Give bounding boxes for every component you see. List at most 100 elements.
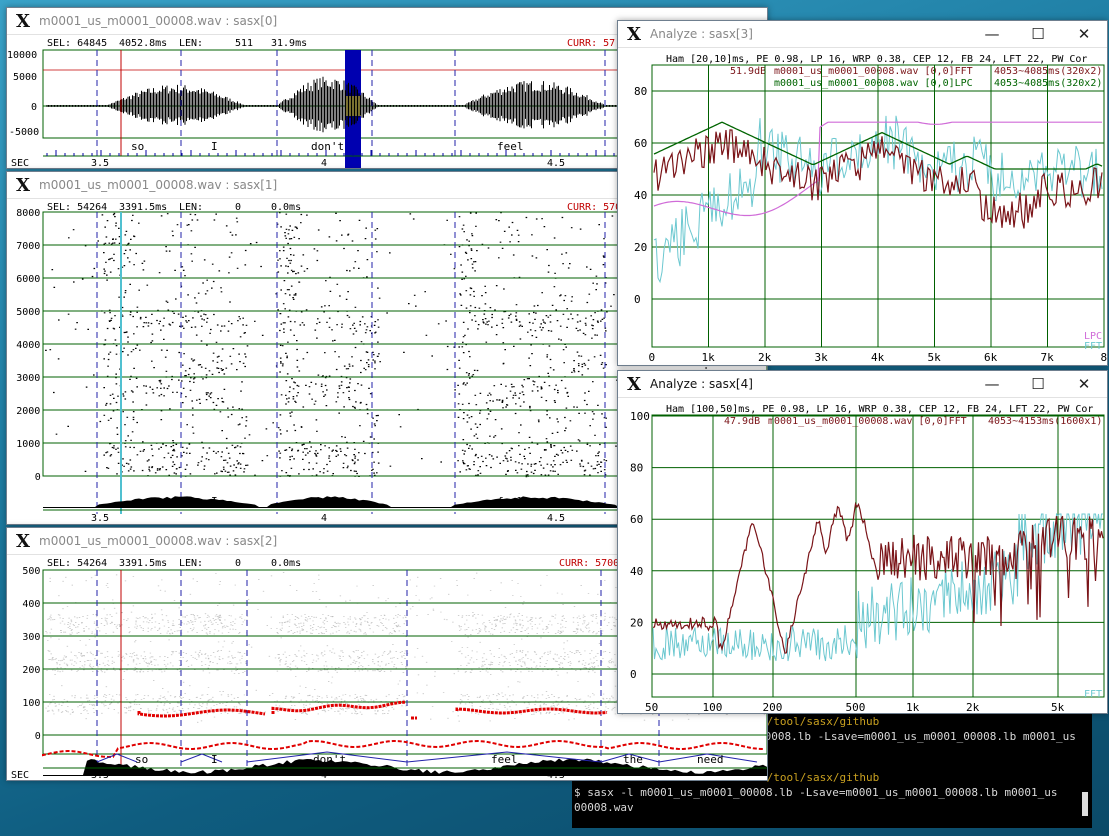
legend-fft: FFT — [1084, 689, 1102, 700]
ytick: 5000 — [13, 72, 37, 83]
xtick: 100 — [703, 701, 723, 713]
ytick: 100 — [630, 410, 650, 423]
ytick: 300 — [22, 632, 40, 643]
terminal-command: $ sasx -l m0001_us_m0001_00008.lb -Lsave… — [574, 786, 1058, 799]
xtick: 1k — [702, 351, 716, 364]
analyze3-plot[interactable]: Ham [20,10]ms, PE 0.98, LP 16, WRP 0.38,… — [618, 47, 1107, 365]
close-button[interactable]: ✕ — [1061, 25, 1107, 43]
word-label[interactable]: feel — [491, 753, 518, 766]
xtick: 4 — [321, 513, 327, 524]
xtick: 200 — [763, 701, 783, 713]
word-label[interactable]: don't — [311, 140, 344, 153]
len-ms: 31.9ms — [271, 38, 307, 49]
fft-range: 4053~4085ms(320x2) — [994, 66, 1102, 77]
word-label[interactable]: so — [135, 495, 148, 508]
x-axis-unit: SEC — [11, 770, 29, 780]
ytick: 0 — [630, 668, 637, 681]
xtick: 3.5 — [91, 513, 109, 524]
analyze4-titlebar[interactable]: X Analyze : sasx[4] — ☐ ✕ — [618, 371, 1107, 398]
analysis-params: Ham [100,50]ms, PE 0.98, LP 16, WRP 0.38… — [666, 404, 1093, 415]
window-title: m0001_us_m0001_00008.wav : sasx[1] — [39, 178, 278, 192]
ytick: 8000 — [16, 208, 40, 219]
word-label[interactable]: I — [211, 140, 218, 153]
ytick: 500 — [22, 566, 40, 577]
ytick: 200 — [22, 665, 40, 676]
analyze-window-3[interactable]: X Analyze : sasx[3] — ☐ ✕ Ham [20,10]ms,… — [617, 20, 1108, 366]
word-label[interactable]: so — [131, 140, 144, 153]
word-label[interactable]: need — [697, 753, 724, 766]
power-envelope — [43, 758, 767, 776]
word-label[interactable]: I — [211, 495, 218, 508]
x-logo-icon: X — [16, 530, 30, 552]
ytick: -5000 — [9, 127, 39, 138]
ytick: 5000 — [16, 307, 40, 318]
sel-label: SEL: 54264 — [47, 558, 107, 569]
xtick: 4.5 — [547, 513, 565, 524]
xtick: 50 — [645, 701, 658, 713]
y-ticks: 100 80 60 40 20 0 — [630, 410, 650, 681]
ytick: 2000 — [16, 406, 40, 417]
len-ms: 0.0ms — [271, 202, 301, 213]
ytick: 10000 — [7, 50, 37, 61]
xtick: 3k — [815, 351, 829, 364]
curr-label: CURR: 5700 — [559, 558, 619, 569]
x-ticks: 0 1k 2k 3k 4k 5k 6k 7k 8 — [649, 351, 1108, 364]
x-ticks: 50 100 200 500 1k 2k 5k — [645, 701, 1065, 713]
xtick: 8 — [1101, 351, 1108, 364]
xtick: 4 — [321, 158, 327, 168]
y-ticks: 500 400 300 200 100 0 — [22, 566, 40, 742]
len-value: 0 — [235, 558, 241, 569]
fft-cyan-trace — [652, 512, 1103, 662]
sel-ms: 3391.5ms — [119, 558, 167, 569]
x-logo-icon: X — [16, 174, 30, 196]
window-title: m0001_us_m0001_00008.wav : sasx[0] — [39, 14, 278, 28]
minimize-button[interactable]: — — [969, 375, 1015, 393]
analyze4-plot[interactable]: Ham [100,50]ms, PE 0.98, LP 16, WRP 0.38… — [618, 397, 1107, 713]
terminal-path-2: ~/tool/sasx/github — [760, 771, 880, 784]
y-ticks: 10000 5000 0 -5000 — [7, 50, 39, 138]
fft-range: 4053~4153ms(1600x1) — [988, 416, 1102, 427]
len-value: 0 — [235, 202, 241, 213]
word-label[interactable]: don't — [313, 495, 346, 508]
minimize-button[interactable]: — — [969, 25, 1015, 43]
y-ticks: 80 60 40 20 0 — [634, 85, 647, 306]
window-title: Analyze : sasx[3] — [650, 27, 753, 41]
word-label[interactable]: so — [135, 753, 148, 766]
analyze3-titlebar[interactable]: X Analyze : sasx[3] — ☐ ✕ — [618, 21, 1107, 48]
word-label[interactable]: feel — [497, 495, 524, 508]
ytick: 0 — [634, 293, 641, 306]
ytick: 40 — [630, 565, 643, 578]
xtick: 4 — [321, 770, 327, 780]
terminal-scrollbar[interactable] — [1082, 792, 1088, 816]
maximize-button[interactable]: ☐ — [1015, 375, 1061, 393]
word-label[interactable]: feel — [497, 140, 524, 153]
ytick: 80 — [634, 85, 647, 98]
xtick: 3.5 — [91, 770, 109, 780]
maximize-button[interactable]: ☐ — [1015, 25, 1061, 43]
fft-db: 47.9dB — [724, 416, 760, 427]
xtick: 1k — [906, 701, 920, 713]
word-label[interactable]: the — [623, 753, 643, 766]
close-button[interactable]: ✕ — [1061, 375, 1107, 393]
len-ms: 0.0ms — [271, 558, 301, 569]
ytick: 3000 — [16, 373, 40, 384]
ytick: 4000 — [16, 340, 40, 351]
xtick: 4.5 — [547, 770, 565, 780]
ytick: 60 — [634, 137, 647, 150]
x-logo-icon: X — [627, 373, 641, 395]
ytick: 40 — [634, 189, 647, 202]
analysis-params: Ham [20,10]ms, PE 0.98, LP 16, WRP 0.38,… — [666, 54, 1087, 65]
sel-ms: 4052.8ms — [119, 38, 167, 49]
sel-ms: 3391.5ms — [119, 202, 167, 213]
x-logo-icon: X — [16, 10, 30, 32]
ytick: 1000 — [16, 439, 40, 450]
xtick: 3.5 — [91, 158, 109, 168]
word-label[interactable]: I — [211, 753, 218, 766]
curr-label: CURR: 570 — [567, 202, 621, 213]
xtick: 6k — [984, 351, 998, 364]
ytick: 100 — [22, 698, 40, 709]
analyze-window-4[interactable]: X Analyze : sasx[4] — ☐ ✕ Ham [100,50]ms… — [617, 370, 1108, 714]
xtick: 4.5 — [547, 158, 565, 168]
len-label: LEN: — [179, 38, 203, 49]
word-label[interactable]: don't — [313, 753, 346, 766]
